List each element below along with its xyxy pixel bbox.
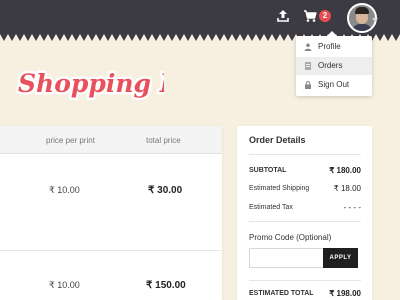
user-menu-dropdown: Profile Orders Sign Out bbox=[296, 31, 372, 96]
estimated-total-label: ESTIMATED TOTAL bbox=[249, 290, 314, 297]
apply-button[interactable]: APPLY bbox=[323, 248, 358, 268]
row-2-total-price: ₹ 150.00 bbox=[146, 280, 186, 291]
menu-item-profile[interactable]: Profile bbox=[296, 38, 372, 56]
shipping-value: ₹ 18.00 bbox=[333, 184, 361, 193]
divider bbox=[249, 221, 361, 222]
shipping-label: Estimated Shipping bbox=[249, 185, 310, 192]
menu-item-label: Orders bbox=[318, 61, 343, 70]
divider bbox=[249, 280, 361, 281]
document-icon bbox=[305, 62, 311, 70]
estimated-total-value: ₹ 198.00 bbox=[329, 289, 361, 298]
upload-icon[interactable] bbox=[276, 9, 290, 23]
user-icon bbox=[304, 43, 312, 51]
tax-label: Estimated Tax bbox=[249, 204, 293, 211]
logo-text: Shopping Bag bbox=[18, 69, 164, 98]
tax-value: - - - - bbox=[343, 203, 361, 212]
lock-icon bbox=[305, 81, 311, 89]
menu-item-label: Sign Out bbox=[318, 80, 350, 89]
row-2-price-per-print: ₹ 10.00 bbox=[49, 280, 80, 290]
menu-item-orders[interactable]: Orders bbox=[296, 57, 372, 75]
row-divider bbox=[0, 250, 222, 251]
column-header-price-per-print: price per print bbox=[46, 136, 95, 145]
subtotal-value: ₹ 180.00 bbox=[329, 166, 361, 175]
divider bbox=[249, 154, 361, 155]
row-1-total-price: ₹ 30.00 bbox=[148, 185, 183, 196]
shopping-bag-logo[interactable]: Shopping Bag Shopping Bag bbox=[14, 62, 165, 106]
chevron-down-icon[interactable] bbox=[372, 18, 378, 22]
cart-items-panel: price per print total price ₹ 10.00 ₹ 30… bbox=[0, 126, 222, 300]
top-navbar: 2 bbox=[0, 0, 400, 34]
cart-table-header: price per print total price bbox=[0, 126, 222, 154]
cart-count-badge: 2 bbox=[319, 10, 331, 22]
row-1-price-per-print: ₹ 10.00 bbox=[49, 185, 80, 195]
order-details-title: Order Details bbox=[249, 135, 306, 145]
menu-item-sign-out[interactable]: Sign Out bbox=[296, 76, 372, 94]
column-header-total-price: total price bbox=[146, 136, 181, 145]
promo-code-input[interactable] bbox=[249, 248, 323, 268]
cart-icon[interactable] bbox=[303, 9, 317, 23]
menu-item-label: Profile bbox=[318, 42, 341, 51]
order-details-panel: Order Details SUBTOTAL ₹ 180.00 Estimate… bbox=[237, 126, 372, 300]
subtotal-label: SUBTOTAL bbox=[249, 167, 287, 174]
promo-code-label: Promo Code (Optional) bbox=[249, 233, 332, 242]
